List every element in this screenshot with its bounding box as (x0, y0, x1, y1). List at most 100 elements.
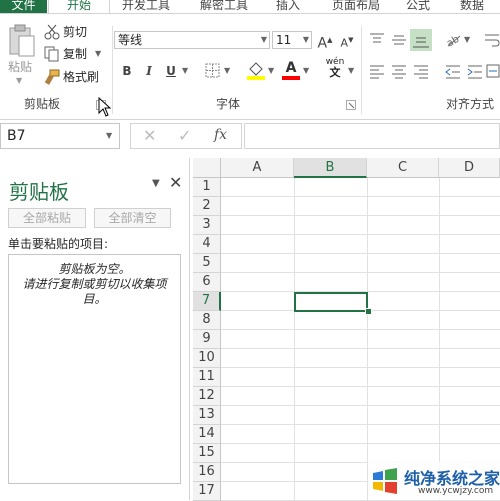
phonetic-guide-button[interactable]: wén 文 (324, 58, 346, 80)
increase-indent-button[interactable] (466, 62, 484, 80)
font-color-swatch (282, 76, 300, 80)
tab-data[interactable]: 数据 (460, 0, 484, 13)
align-left-button[interactable] (368, 62, 386, 80)
pane-options-button[interactable]: ▼ (152, 178, 160, 189)
font-size-value: 11 (276, 33, 292, 47)
row-header[interactable]: 11 (193, 368, 221, 387)
chevron-down-icon: ▼ (224, 66, 231, 75)
row-header[interactable]: 12 (193, 387, 221, 406)
tab-page-layout[interactable]: 页面布局 (332, 0, 380, 13)
paste-button[interactable]: 粘贴 ▼ (4, 22, 38, 92)
grid-line (221, 367, 500, 368)
tab-formulas[interactable]: 公式 (406, 0, 430, 13)
column-header-c[interactable]: C (367, 158, 439, 178)
paint-bucket-icon (247, 62, 265, 80)
merge-center-button[interactable] (486, 62, 500, 80)
formula-input[interactable] (244, 123, 500, 149)
font-name-select[interactable]: 等线 ▼ (114, 31, 270, 49)
phonetic-icon: 文 (329, 66, 341, 79)
tab-decrypt-tools[interactable]: 解密工具 (200, 0, 248, 13)
watermark: 纯净系统之家 www.ycwjzy.com (368, 462, 500, 500)
grid-line (439, 178, 440, 500)
bold-button[interactable]: B (118, 62, 136, 80)
align-middle-button[interactable] (390, 31, 408, 49)
chevron-down-icon: ▼ (268, 66, 275, 75)
font-color-button[interactable]: A (282, 60, 300, 80)
increase-font-size-button[interactable]: A▲ (316, 31, 334, 52)
row-header[interactable]: 7 (193, 292, 221, 311)
row-header[interactable]: 9 (193, 330, 221, 349)
row-header[interactable]: 3 (193, 216, 221, 235)
orientation-button[interactable]: ab (444, 31, 462, 50)
paste-all-button[interactable]: 全部粘贴 (8, 208, 86, 228)
column-header-d[interactable]: D (439, 158, 500, 178)
column-header-b[interactable]: B (294, 158, 367, 178)
selected-cell-b7[interactable] (294, 292, 368, 312)
row-header[interactable]: 8 (193, 311, 221, 330)
decrease-indent-button[interactable] (444, 62, 462, 80)
text-orientation-icon: ab (445, 34, 461, 50)
align-top-button[interactable] (368, 31, 386, 49)
row-header[interactable]: 16 (193, 463, 221, 482)
select-all-corner[interactable] (193, 158, 221, 178)
chevron-down-icon: ▼ (260, 35, 267, 44)
borders-button[interactable] (204, 62, 222, 80)
align-left-icon (370, 65, 384, 79)
chevron-down-icon: ▼ (464, 35, 471, 44)
grid-line (221, 272, 500, 273)
grid-line (221, 329, 500, 330)
cut-label: 剪切 (63, 25, 88, 39)
align-center-button[interactable] (390, 62, 408, 80)
font-size-select[interactable]: 11 ▼ (272, 31, 312, 49)
row-header[interactable]: 6 (193, 273, 221, 292)
scissors-icon (44, 24, 60, 40)
decrease-font-size-button[interactable]: A▼ (338, 31, 356, 50)
column-header-a[interactable]: A (221, 158, 294, 178)
tab-insert[interactable]: 插入 (276, 0, 300, 13)
row-header[interactable]: 10 (193, 349, 221, 368)
copy-button[interactable]: 复制 ▼ (44, 45, 101, 63)
row-header[interactable]: 15 (193, 444, 221, 463)
cancel-icon[interactable]: ✕ (143, 126, 156, 145)
align-center-icon (392, 65, 406, 79)
tab-developer[interactable]: 开发工具 (122, 0, 170, 13)
chevron-down-icon: ▼ (106, 131, 113, 140)
row-header[interactable]: 14 (193, 425, 221, 444)
fill-handle[interactable] (365, 308, 372, 315)
chevron-down-icon: ▼ (182, 66, 189, 75)
merge-cells-icon (486, 64, 500, 78)
name-box[interactable]: B7 (0, 123, 120, 149)
fill-color-button[interactable] (246, 60, 265, 80)
tab-file[interactable]: 文件 (0, 0, 47, 13)
row-header[interactable]: 2 (193, 197, 221, 216)
align-bottom-button[interactable] (410, 29, 432, 51)
font-dialog-launcher[interactable] (346, 100, 356, 110)
enter-icon[interactable]: ✓ (178, 126, 191, 145)
font-color-letter: A (285, 60, 297, 76)
insert-function-icon[interactable]: fx (214, 127, 227, 143)
tab-home[interactable]: 开始 (48, 0, 110, 13)
clipboard-group-label: 剪贴板 (24, 97, 61, 111)
row-header[interactable]: 4 (193, 235, 221, 254)
paste-icon (9, 24, 35, 57)
clipboard-empty-line1: 剪贴板为空。 (58, 262, 131, 276)
clear-all-button[interactable]: 全部清空 (94, 208, 171, 228)
row-header[interactable]: 17 (193, 482, 221, 501)
align-right-button[interactable] (412, 62, 430, 80)
row-header[interactable]: 1 (193, 178, 221, 197)
close-icon[interactable]: ✕ (169, 173, 182, 192)
cut-button[interactable]: 剪切 (44, 23, 87, 41)
row-header[interactable]: 13 (193, 406, 221, 425)
wrap-text-button[interactable] (484, 31, 500, 49)
align-top-icon (370, 33, 384, 43)
grid-line (221, 234, 500, 235)
format-painter-button[interactable]: 格式刷 (44, 68, 99, 86)
row-header[interactable]: 5 (193, 254, 221, 273)
chevron-down-icon: ▼ (348, 66, 355, 75)
paintbrush-icon (44, 69, 60, 85)
copy-icon (44, 46, 60, 62)
underline-button[interactable]: U (162, 62, 180, 80)
watermark-url: www.ycwjzy.com (418, 486, 494, 496)
grid-line (221, 405, 500, 406)
italic-button[interactable]: I (140, 62, 158, 80)
